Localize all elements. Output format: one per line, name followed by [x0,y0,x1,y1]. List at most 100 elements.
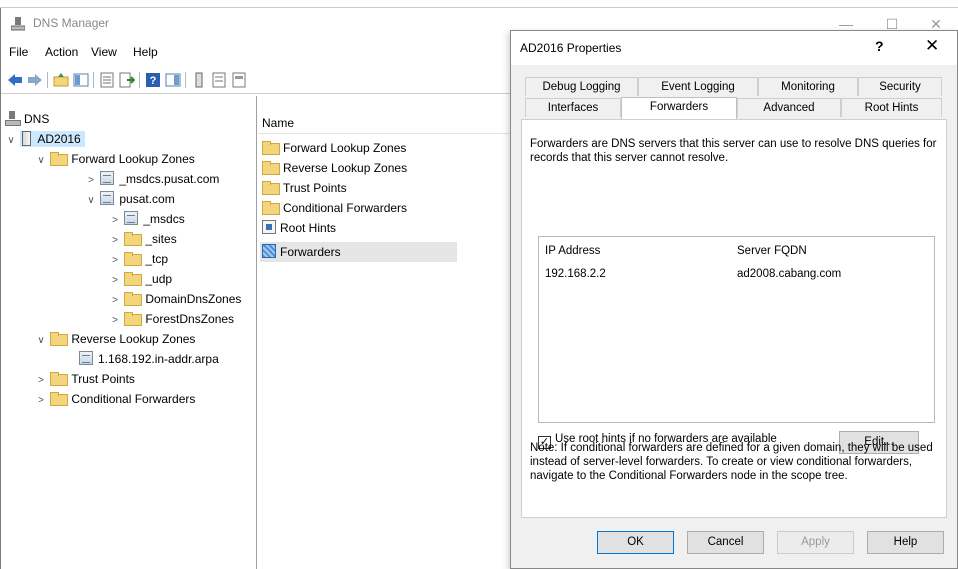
apply-button[interactable]: Apply [777,531,854,554]
forward-arrow-icon[interactable] [27,72,43,88]
chevron-down-icon[interactable]: ∨ [5,131,17,151]
help-icon[interactable]: ? [145,72,161,88]
chevron-right-icon[interactable]: > [109,291,121,311]
tree-label: _tcp [145,252,169,266]
chevron-right-icon[interactable]: > [109,271,121,291]
tree-node-forestdnszones[interactable]: > ForestDnsZones [109,309,234,329]
svg-text:?: ? [150,75,157,87]
tree-node-msdcs[interactable]: > _msdcs [109,209,185,229]
chevron-right-icon[interactable]: > [109,211,121,231]
folder-icon [262,141,280,155]
menu-view[interactable]: View [91,45,117,59]
zone-icon [124,211,139,225]
background-window-edge [0,0,958,8]
column-header-ip-address[interactable]: IP Address [545,245,600,257]
zone-icon [100,171,115,185]
column-header-name[interactable]: Name [258,112,516,134]
chevron-right-icon[interactable]: > [85,171,97,191]
tree-label: DNS [24,112,50,126]
tree-node-server[interactable]: ∨ AD2016 [5,129,85,149]
menu-action[interactable]: Action [45,45,78,59]
tree-node-forward-zones[interactable]: ∨ Forward Lookup Zones [35,149,195,169]
tree-node-sites[interactable]: > _sites [109,229,177,249]
ok-button[interactable]: OK [597,531,674,554]
tree-node-conditional-forwarders[interactable]: > Conditional Forwarders [35,389,195,409]
tree-node-udp[interactable]: > _udp [109,269,172,289]
tree-label: _msdcs [143,212,185,226]
record-icon[interactable] [231,72,247,88]
tree-node-reverse-zone-arpa[interactable]: 1.168.192.in-addr.arpa [79,349,219,369]
back-arrow-icon[interactable] [7,72,23,88]
zone-icon [79,351,93,365]
conditional-forwarders-note: Note: If conditional forwarders are defi… [530,442,933,482]
folder-icon [124,312,143,326]
menu-file[interactable]: File [9,45,28,59]
cancel-button[interactable]: Cancel [687,531,764,554]
tab-root-hints[interactable]: Root Hints [841,98,942,117]
tree-node-pusat-zone[interactable]: ∨ pusat.com [85,189,175,209]
list-item[interactable]: Reverse Lookup Zones [260,158,407,178]
tree-label: pusat.com [119,192,175,206]
folder-icon [262,161,280,175]
chevron-right-icon[interactable]: > [109,231,121,251]
forwarders-list[interactable]: IP Address Server FQDN 192.168.2.2 ad200… [538,236,935,423]
toolbar-separator [185,72,186,88]
list-icon[interactable] [211,72,227,88]
chevron-down-icon[interactable]: ∨ [35,331,47,351]
tab-security[interactable]: Security [858,77,942,96]
chevron-right-icon[interactable]: > [35,391,47,411]
chevron-right-icon[interactable]: > [109,251,121,271]
tree-node-tcp[interactable]: > _tcp [109,249,168,269]
properties-dialog: AD2016 Properties ? ✕ Debug Logging Even… [510,30,958,569]
forwarders-icon [262,244,276,258]
tree-label: ForestDnsZones [145,312,235,326]
tab-debug-logging[interactable]: Debug Logging [525,77,638,96]
tree-node-dns[interactable]: DNS [5,109,49,129]
folder-icon [124,272,143,286]
dialog-close-button[interactable]: ✕ [925,36,939,56]
dns-icon [5,111,21,126]
tree-node-reverse-zones[interactable]: ∨ Reverse Lookup Zones [35,329,195,349]
tree-node-domaindnszones[interactable]: > DomainDnsZones [109,289,241,309]
tab-monitoring[interactable]: Monitoring [758,77,858,96]
column-header-server-fqdn[interactable]: Server FQDN [737,245,807,257]
folder-icon [262,181,280,195]
menu-help[interactable]: Help [133,45,158,59]
show-hide-tree-icon[interactable] [73,72,89,88]
up-folder-icon[interactable] [53,72,69,88]
forwarder-fqdn[interactable]: ad2008.cabang.com [737,268,841,280]
chevron-right-icon[interactable]: > [35,371,47,391]
chevron-right-icon[interactable]: > [109,311,121,331]
list-item[interactable]: Trust Points [260,178,347,198]
console-tree: DNS ∨ AD2016 ∨ Forward Lookup Zones > _m… [1,96,257,569]
server-icon[interactable] [191,72,207,88]
list-item-selected[interactable]: Forwarders [260,242,457,262]
folder-icon [50,332,69,346]
server-icon [22,131,32,146]
tab-forwarders[interactable]: Forwarders [621,97,737,119]
tab-event-logging[interactable]: Event Logging [638,77,758,96]
properties-icon[interactable] [99,72,115,88]
tree-label: Forward Lookup Zones [71,152,195,166]
folder-icon [124,232,143,246]
forwarder-ip[interactable]: 192.168.2.2 [545,268,606,280]
chevron-down-icon[interactable]: ∨ [35,151,47,171]
tab-advanced[interactable]: Advanced [737,98,841,117]
list-item[interactable]: Conditional Forwarders [260,198,407,218]
tab-interfaces[interactable]: Interfaces [525,98,621,117]
dialog-help-action-button[interactable]: Help [867,531,944,554]
list-item-label: Trust Points [283,181,347,195]
folder-icon [124,252,143,266]
list-item[interactable]: Forward Lookup Zones [260,138,406,158]
dialog-help-button[interactable]: ? [875,38,884,54]
folder-icon [50,392,69,406]
tree-label: DomainDnsZones [145,292,242,306]
export-list-icon[interactable] [119,72,135,88]
tree-label: Reverse Lookup Zones [71,332,196,346]
chevron-down-icon[interactable]: ∨ [85,191,97,211]
tree-node-trust-points[interactable]: > Trust Points [35,369,135,389]
list-item[interactable]: Root Hints [260,218,336,238]
zone-icon [100,191,115,205]
action-pane-icon[interactable] [165,72,181,88]
tree-node-msdcs-zone[interactable]: > _msdcs.pusat.com [85,169,219,189]
